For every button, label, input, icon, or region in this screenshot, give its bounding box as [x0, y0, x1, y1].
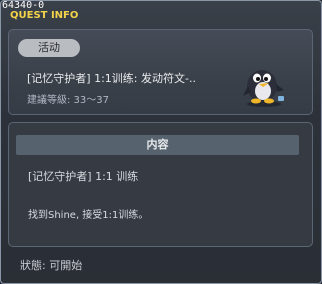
content-header: 内容: [16, 135, 299, 155]
recommended-level: 建議等級: 33～37: [27, 95, 109, 106]
quest-status: 狀態: 可開始: [20, 259, 83, 272]
content-title: [记忆守护者] 1:1 训练: [28, 170, 139, 183]
quest-name: [记忆守护者] 1:1训练: 发动符文-..: [27, 72, 196, 85]
event-badge: 活动: [18, 39, 80, 57]
content-description: 找到Shine, 接受1:1训练。: [28, 210, 149, 221]
penguin-character-icon: [243, 70, 284, 107]
window-title: QUEST INFO: [10, 10, 79, 21]
